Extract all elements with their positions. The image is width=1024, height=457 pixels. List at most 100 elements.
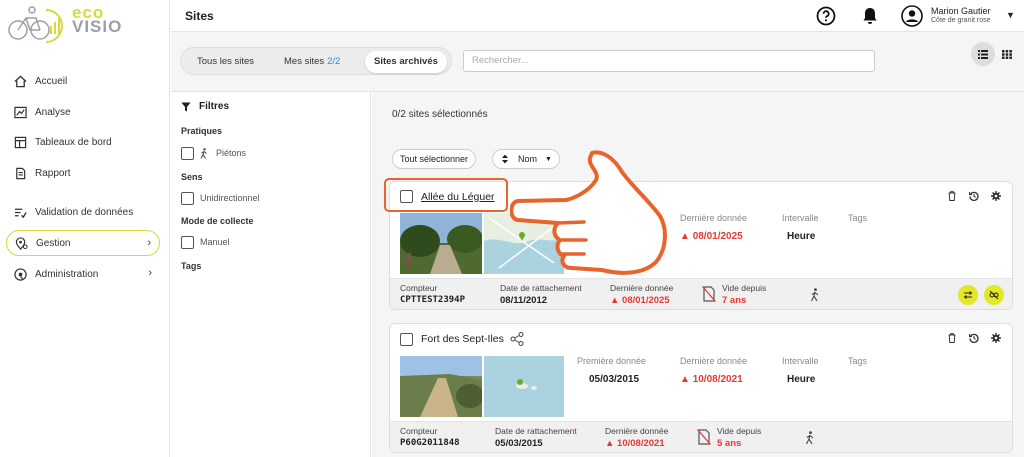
nav-item-gestion[interactable]: Gestion ›	[6, 230, 160, 256]
counter-value: CPTTEST2394P	[400, 295, 466, 305]
nav-item-rapport[interactable]: Rapport	[6, 160, 160, 186]
site-name[interactable]: Fort des Sept-Iles	[421, 333, 504, 345]
empty-data-icon	[697, 429, 711, 445]
nav-label: Rapport	[35, 167, 71, 179]
share-icon[interactable]	[510, 332, 524, 346]
report-icon	[13, 166, 27, 180]
pedestrian-icon	[811, 288, 819, 302]
interval-column: Intervalle Heure	[782, 356, 819, 385]
grid-view-icon[interactable]	[995, 42, 1019, 66]
analysis-icon	[13, 105, 27, 119]
attach-date-column: Date de rattachement 05/03/2015	[495, 426, 577, 449]
site-checkbox[interactable]	[400, 332, 413, 346]
empty-since-value: 7 ans	[722, 295, 747, 306]
interval-value: Heure	[787, 374, 816, 385]
filter-option-manuel[interactable]: Manuel	[181, 235, 230, 249]
search-input[interactable]: Rechercher...	[463, 50, 875, 72]
counter-column: Compteur P60G2011848	[400, 426, 460, 448]
filter-option-pietons[interactable]: Piétons	[181, 146, 246, 160]
top-bar: Sites Marion Gautier Côte de granit rose…	[171, 0, 1024, 32]
user-menu[interactable]: Marion Gautier Côte de granit rose ▼	[901, 4, 1024, 28]
delete-icon[interactable]	[946, 190, 958, 202]
tab-all-sites[interactable]: Tous les sites	[188, 51, 263, 73]
warning-icon: ▲	[610, 295, 620, 306]
nav-label: Validation de données	[35, 206, 134, 218]
pointing-hand-icon	[510, 150, 667, 275]
avatar-icon	[901, 5, 923, 27]
sites-toolbar: Tous les sites Mes sites 2/2 Sites archiv…	[171, 32, 1024, 92]
nav-label: Tableaux de bord	[35, 136, 112, 148]
highlight-box	[384, 178, 508, 212]
dashboard-icon	[13, 135, 27, 149]
checkbox[interactable]	[181, 146, 194, 160]
cyclist-logo-icon	[8, 6, 63, 43]
counter-value: P60G2011848	[400, 438, 460, 448]
tab-archived-sites[interactable]: Sites archivés	[365, 51, 447, 73]
counter-column: Compteur CPTTEST2394P	[400, 283, 466, 305]
select-all-button[interactable]: Tout sélectionner	[392, 149, 477, 169]
last-data-column: Dernière donnée ▲ 10/08/2021	[680, 356, 748, 385]
footer-last-data-column: Dernière donnée ▲ 08/01/2025	[610, 283, 674, 306]
filter-icon	[181, 102, 191, 111]
chevron-right-icon: ›	[147, 237, 151, 249]
nav-label: Analyse	[35, 106, 71, 118]
ecovisio-logo[interactable]: eco VISIO	[6, 4, 156, 44]
nav-item-validation[interactable]: Validation de données	[6, 199, 160, 225]
location-settings-icon	[14, 236, 28, 250]
warning-icon: ▲	[680, 374, 690, 385]
history-icon[interactable]	[968, 332, 980, 344]
site-actions	[946, 332, 1002, 344]
nav-item-tableaux[interactable]: Tableaux de bord	[6, 129, 160, 155]
unlink-icon[interactable]	[984, 285, 1004, 305]
sidebar: eco VISIO Accueil Analyse Tableaux de bo…	[0, 0, 170, 457]
tags-column: Tags	[848, 213, 868, 223]
bell-icon[interactable]	[861, 6, 879, 26]
warning-icon: ▲	[680, 231, 690, 242]
nav-item-accueil[interactable]: Accueil	[6, 68, 160, 94]
empty-since-value: 5 ans	[717, 438, 742, 449]
checkbox[interactable]	[181, 235, 194, 249]
logo-visio-text: VISIO	[72, 17, 123, 36]
validation-icon	[13, 205, 27, 219]
filters-header: Filtres	[181, 101, 229, 112]
site-actions	[946, 190, 1002, 202]
admin-icon	[13, 267, 27, 281]
settings-icon[interactable]	[990, 190, 1002, 202]
tags-column: Tags	[848, 356, 868, 366]
tab-my-sites[interactable]: Mes sites 2/2	[275, 51, 349, 73]
attach-date-column: Date de rattachement 08/11/2012	[500, 283, 582, 306]
site-card-header: Fort des Sept-Iles	[400, 332, 524, 346]
filter-section-pratiques: Pratiques	[181, 126, 223, 136]
last-data-value: 08/01/2025	[692, 231, 743, 242]
site-photo	[400, 213, 482, 274]
selection-count: 0/2 sites sélectionnés	[392, 109, 488, 120]
site-card-footer: Compteur CPTTEST2394P Date de rattacheme…	[390, 278, 1012, 309]
nav-item-analyse[interactable]: Analyse	[6, 99, 160, 125]
empty-since-column: Vide depuis 7 ans	[722, 283, 767, 306]
transfer-icon[interactable]	[958, 285, 978, 305]
filter-section-tags: Tags	[181, 261, 202, 271]
filter-option-label: Manuel	[200, 237, 230, 247]
empty-since-column: Vide depuis 5 ans	[717, 426, 762, 449]
filter-option-label: Unidirectionnel	[200, 193, 260, 203]
filter-option-unidirectionnel[interactable]: Unidirectionnel	[181, 191, 260, 205]
my-sites-count: 2/2	[327, 56, 341, 67]
delete-icon[interactable]	[946, 332, 958, 344]
site-card[interactable]: Fort des Sept-Iles Première donnée 05/03…	[389, 323, 1013, 453]
site-map	[484, 356, 564, 417]
settings-icon[interactable]	[990, 332, 1002, 344]
user-name: Marion Gautier	[931, 6, 991, 16]
last-data-value: 10/08/2021	[692, 374, 743, 385]
pedestrian-icon	[200, 147, 207, 159]
help-icon[interactable]	[816, 6, 836, 26]
first-data-value: 05/03/2015	[589, 374, 640, 385]
list-view-icon[interactable]	[971, 42, 995, 66]
chevron-right-icon: ›	[148, 267, 152, 279]
nav-item-administration[interactable]: Administration ›	[6, 261, 160, 287]
history-icon[interactable]	[968, 190, 980, 202]
empty-data-icon	[702, 286, 716, 302]
caret-down-icon: ▼	[1006, 10, 1015, 20]
nav-label: Gestion	[36, 237, 71, 249]
checkbox[interactable]	[181, 191, 194, 205]
site-tabs: Tous les sites Mes sites 2/2 Sites archiv…	[180, 47, 452, 75]
